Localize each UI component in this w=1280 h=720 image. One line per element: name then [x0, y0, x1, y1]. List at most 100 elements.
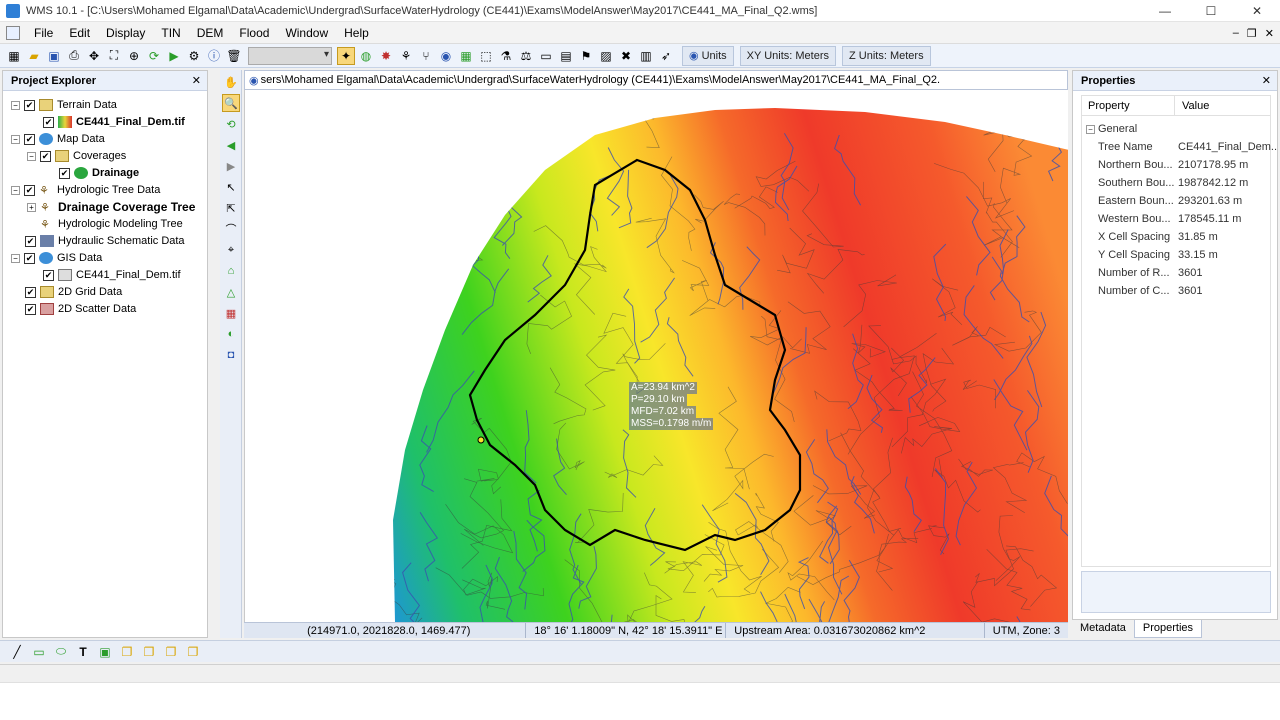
collapse-icon[interactable]: −: [11, 100, 20, 110]
cross-icon[interactable]: ✖: [617, 47, 635, 65]
delete-icon[interactable]: 🗑: [225, 47, 243, 65]
ellipse-tool-icon[interactable]: ⬭: [52, 643, 70, 661]
property-value[interactable]: 31.85 m: [1178, 231, 1278, 243]
hydro-icon[interactable]: ⚗: [497, 47, 515, 65]
collapse-icon[interactable]: −: [27, 151, 36, 161]
select-point-icon[interactable]: ⇱: [222, 199, 240, 217]
value-column-header[interactable]: Value: [1182, 100, 1209, 112]
property-value[interactable]: 1987842.12 m: [1178, 177, 1278, 189]
tree-item-drainage[interactable]: ✔ Drainage: [59, 165, 139, 181]
back-tool-icon[interactable]: ◀: [222, 136, 240, 154]
property-value[interactable]: CE441_Final_Dem...: [1178, 141, 1278, 153]
frame-icon[interactable]: ⛶: [105, 47, 123, 65]
globe-icon[interactable]: ◉: [437, 47, 455, 65]
zoom-icon[interactable]: ⊕: [125, 47, 143, 65]
chart-icon[interactable]: ▥: [637, 47, 655, 65]
contour-tool-icon[interactable]: ⌂: [222, 262, 240, 280]
grid-icon[interactable]: ▦: [5, 47, 23, 65]
property-column-header[interactable]: Property: [1088, 100, 1130, 112]
layer-front-icon[interactable]: ❐: [118, 643, 136, 661]
open-icon[interactable]: ▰: [25, 47, 43, 65]
checkbox[interactable]: ✔: [24, 252, 35, 264]
info-icon[interactable]: ⓘ: [205, 47, 223, 65]
menu-display[interactable]: Display: [98, 22, 153, 44]
forward-tool-icon[interactable]: ▶: [222, 157, 240, 175]
pan-tool-icon[interactable]: ✋: [222, 73, 240, 91]
property-value[interactable]: 3601: [1178, 267, 1278, 279]
save-icon[interactable]: ▣: [45, 47, 63, 65]
tab-metadata[interactable]: Metadata: [1072, 620, 1134, 638]
dem-map[interactable]: [245, 90, 1068, 622]
dem-tool-icon[interactable]: ◍: [357, 47, 375, 65]
outlet-tool-icon[interactable]: ◘: [222, 346, 240, 364]
property-value[interactable]: 178545.11 m: [1178, 213, 1278, 225]
rotate-tool-icon[interactable]: ⟲: [222, 115, 240, 133]
drainage-tool-icon[interactable]: ⑂: [417, 47, 435, 65]
menu-tin[interactable]: TIN: [153, 22, 188, 44]
menu-file[interactable]: File: [26, 22, 61, 44]
property-row[interactable]: Number of R... 3601: [1082, 264, 1270, 282]
mdi-minimize-button[interactable]: –: [1233, 27, 1239, 39]
map-viewport[interactable]: A=23.94 km^2 P=29.10 km MFD=7.02 km MSS=…: [244, 90, 1068, 622]
tree-item-hydraulic-schematic-data[interactable]: ✔ Hydraulic Schematic Data: [25, 233, 185, 249]
property-row[interactable]: Y Cell Spacing 33.15 m: [1082, 246, 1270, 264]
grid2d-icon[interactable]: ▦: [457, 47, 475, 65]
tree-item-2d-scatter-data[interactable]: ✔ 2D Scatter Data: [25, 301, 136, 317]
layer-back-icon[interactable]: ❐: [140, 643, 158, 661]
arrow-icon[interactable]: ➶: [657, 47, 675, 65]
checkbox[interactable]: ✔: [59, 167, 70, 179]
property-value[interactable]: 33.15 m: [1178, 249, 1278, 261]
menu-flood[interactable]: Flood: [231, 22, 277, 44]
mdi-restore-button[interactable]: ❐: [1247, 27, 1257, 40]
checkbox[interactable]: ✔: [25, 235, 36, 247]
menu-dem[interactable]: DEM: [189, 22, 232, 44]
select-tool-icon[interactable]: ✦: [337, 46, 355, 65]
select-tool-icon[interactable]: ↖: [222, 178, 240, 196]
property-row[interactable]: Eastern Boun... 293201.63 m: [1082, 192, 1270, 210]
tree-tool-icon[interactable]: ⚘: [397, 47, 415, 65]
collapse-icon[interactable]: −: [1086, 124, 1095, 134]
menu-window[interactable]: Window: [277, 22, 336, 44]
column-divider[interactable]: [1174, 96, 1175, 116]
property-value[interactable]: 293201.63 m: [1178, 195, 1278, 207]
rectangle-tool-icon[interactable]: ▭: [30, 643, 48, 661]
select-arc-icon[interactable]: ⌒: [222, 220, 240, 238]
minimize-button[interactable]: —: [1142, 0, 1188, 22]
print-icon[interactable]: ⎙: [65, 47, 83, 65]
document-tab[interactable]: ◉ sers\Mohamed Elgamal\Data\Academic\Und…: [244, 70, 1068, 90]
module-select[interactable]: [248, 46, 332, 65]
tree-item-drainage-coverage-tree[interactable]: + ⚘ Drainage Coverage Tree: [27, 199, 195, 215]
units-button[interactable]: ◉ Units: [682, 45, 734, 66]
collapse-icon[interactable]: −: [11, 253, 20, 263]
tree-item-terrain-data[interactable]: − ✔ Terrain Data: [11, 97, 117, 113]
tree-item-dem[interactable]: ✔ CE441_Final_Dem.tif: [43, 114, 185, 130]
checkbox[interactable]: ✔: [43, 116, 54, 128]
collapse-icon[interactable]: −: [11, 185, 20, 195]
collapse-icon[interactable]: −: [11, 134, 20, 144]
tab-properties[interactable]: Properties: [1133, 620, 1203, 638]
checkbox[interactable]: ✔: [24, 99, 35, 111]
scatter-icon[interactable]: ⬚: [477, 47, 495, 65]
outlet-point[interactable]: [477, 436, 485, 444]
weight-icon[interactable]: ⚖: [517, 47, 535, 65]
xy-units-button[interactable]: XY Units: Meters: [739, 45, 836, 66]
properties-close-button[interactable]: ✕: [1262, 74, 1271, 87]
checkbox[interactable]: ✔: [25, 286, 36, 298]
maximize-button[interactable]: ☐: [1188, 0, 1234, 22]
property-value[interactable]: 2107178.95 m: [1178, 159, 1278, 171]
property-row[interactable]: Southern Bou... 1987842.12 m: [1082, 174, 1270, 192]
flag-icon[interactable]: ⚑: [577, 47, 595, 65]
checkbox[interactable]: ✔: [24, 133, 35, 145]
property-row[interactable]: Western Bou... 178545.11 m: [1082, 210, 1270, 228]
checkbox[interactable]: ✔: [40, 150, 51, 162]
close-button[interactable]: ✕: [1234, 0, 1280, 22]
property-row[interactable]: Tree Name CE441_Final_Dem...: [1082, 138, 1278, 156]
property-group-general[interactable]: − General: [1082, 120, 1270, 138]
tree-item-gis-dem[interactable]: ✔ CE441_Final_Dem.tif: [43, 267, 181, 283]
tree-item-gis-data[interactable]: − ✔ GIS Data: [11, 250, 102, 266]
refresh-icon[interactable]: ⟳: [145, 47, 163, 65]
line-tool-icon[interactable]: ╱: [8, 643, 26, 661]
tree-item-coverages[interactable]: − ✔ Coverages: [27, 148, 126, 164]
property-row[interactable]: X Cell Spacing 31.85 m: [1082, 228, 1270, 246]
mdi-icon[interactable]: [6, 25, 20, 40]
